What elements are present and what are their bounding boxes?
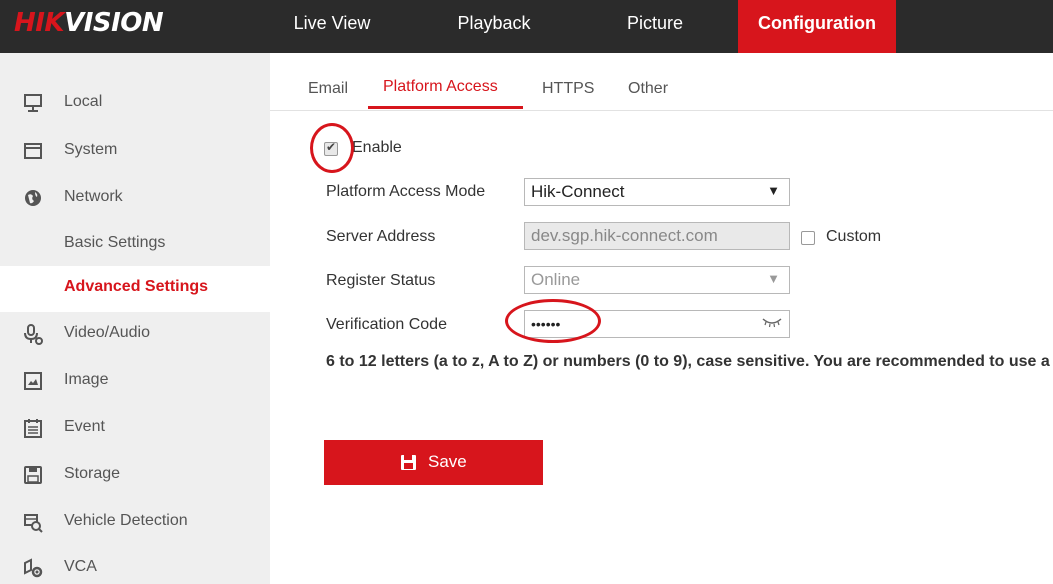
save-button-label: Save bbox=[428, 452, 467, 471]
sidebar: Local System Network Basic Settings Adva… bbox=[0, 53, 270, 584]
dropdown-arrow-icon: ▼ bbox=[767, 271, 780, 286]
sidebar-item-label: System bbox=[64, 141, 118, 158]
tab-platform-access[interactable]: Platform Access bbox=[383, 78, 498, 96]
sidebar-item-storage[interactable]: Storage bbox=[0, 453, 270, 499]
monitor-icon bbox=[24, 94, 42, 112]
server-address-input[interactable]: dev.sgp.hik-connect.com bbox=[524, 222, 790, 250]
top-bar: HIKVISION Live View Playback Picture Con… bbox=[0, 0, 1053, 53]
register-status-value: Online bbox=[531, 270, 581, 289]
nav-live-view[interactable]: Live View bbox=[262, 0, 402, 53]
tab-other[interactable]: Other bbox=[628, 80, 668, 98]
sidebar-item-label: Video/Audio bbox=[64, 324, 150, 341]
sidebar-item-local[interactable]: Local bbox=[0, 81, 270, 127]
sidebar-item-network[interactable]: Network bbox=[0, 176, 270, 222]
vehicle-search-icon bbox=[24, 514, 43, 533]
dropdown-arrow-icon: ▼ bbox=[767, 183, 780, 198]
sidebar-item-label: Local bbox=[64, 93, 103, 110]
custom-checkbox[interactable] bbox=[801, 231, 815, 245]
sidebar-item-image[interactable]: Image bbox=[0, 359, 270, 405]
sidebar-item-label: Basic Settings bbox=[64, 234, 166, 251]
sidebar-item-label: Vehicle Detection bbox=[64, 512, 188, 529]
verification-code-hint: 6 to 12 letters (a to z, A to Z) or numb… bbox=[326, 353, 1050, 370]
verification-code-input[interactable]: •••••• bbox=[524, 310, 790, 338]
nav-configuration[interactable]: Configuration bbox=[738, 0, 896, 53]
sidebar-item-label: Event bbox=[64, 418, 105, 435]
sidebar-item-advanced-settings[interactable]: Advanced Settings bbox=[0, 266, 270, 312]
register-status-select: Online ▼ bbox=[524, 266, 790, 294]
platform-access-mode-select[interactable]: Hik-Connect ▼ bbox=[524, 178, 790, 206]
tab-https[interactable]: HTTPS bbox=[542, 80, 594, 98]
nav-picture[interactable]: Picture bbox=[585, 0, 725, 53]
nav-playback[interactable]: Playback bbox=[420, 0, 568, 53]
image-icon bbox=[24, 372, 42, 390]
verification-code-label: Verification Code bbox=[326, 316, 447, 333]
save-icon bbox=[401, 455, 416, 470]
vca-icon bbox=[24, 558, 43, 578]
platform-access-mode-value: Hik-Connect bbox=[531, 182, 625, 201]
main-panel: Email Platform Access HTTPS Other Enable… bbox=[270, 53, 1053, 584]
sidebar-item-label: Advanced Settings bbox=[64, 278, 209, 295]
show-password-icon[interactable] bbox=[761, 315, 783, 329]
verification-code-value: •••••• bbox=[531, 316, 561, 332]
floppy-icon bbox=[24, 466, 42, 484]
tab-bar: Email Platform Access HTTPS Other bbox=[270, 53, 1053, 111]
logo-white-text: VISION bbox=[64, 8, 164, 38]
sidebar-item-label: VCA bbox=[64, 558, 97, 575]
sidebar-item-label: Storage bbox=[64, 465, 121, 482]
tab-email[interactable]: Email bbox=[308, 80, 348, 98]
sidebar-item-event[interactable]: Event bbox=[0, 406, 270, 452]
sidebar-item-label: Network bbox=[64, 188, 123, 205]
microphone-icon bbox=[24, 324, 43, 345]
custom-label: Custom bbox=[826, 228, 882, 245]
sidebar-item-video-audio[interactable]: Video/Audio bbox=[0, 312, 270, 358]
platform-access-mode-label: Platform Access Mode bbox=[326, 183, 486, 200]
register-status-label: Register Status bbox=[326, 272, 436, 289]
server-address-value: dev.sgp.hik-connect.com bbox=[531, 226, 718, 245]
hikvision-logo[interactable]: HIKVISION bbox=[14, 8, 164, 38]
globe-icon bbox=[25, 190, 41, 206]
sidebar-item-system[interactable]: System bbox=[0, 129, 270, 175]
active-tab-indicator bbox=[368, 106, 523, 109]
logo-red-text: HIK bbox=[14, 8, 65, 38]
calendar-icon bbox=[24, 419, 42, 438]
save-button[interactable]: Save bbox=[324, 440, 543, 485]
sidebar-item-vehicle-detection[interactable]: Vehicle Detection bbox=[0, 500, 270, 546]
enable-label: Enable bbox=[352, 139, 402, 156]
server-address-label: Server Address bbox=[326, 228, 436, 245]
enable-checkbox[interactable] bbox=[324, 140, 338, 156]
sidebar-item-basic-settings[interactable]: Basic Settings bbox=[0, 222, 270, 268]
sidebar-item-label: Image bbox=[64, 371, 109, 388]
system-icon bbox=[24, 143, 42, 159]
sidebar-item-vca[interactable]: VCA bbox=[0, 546, 270, 584]
